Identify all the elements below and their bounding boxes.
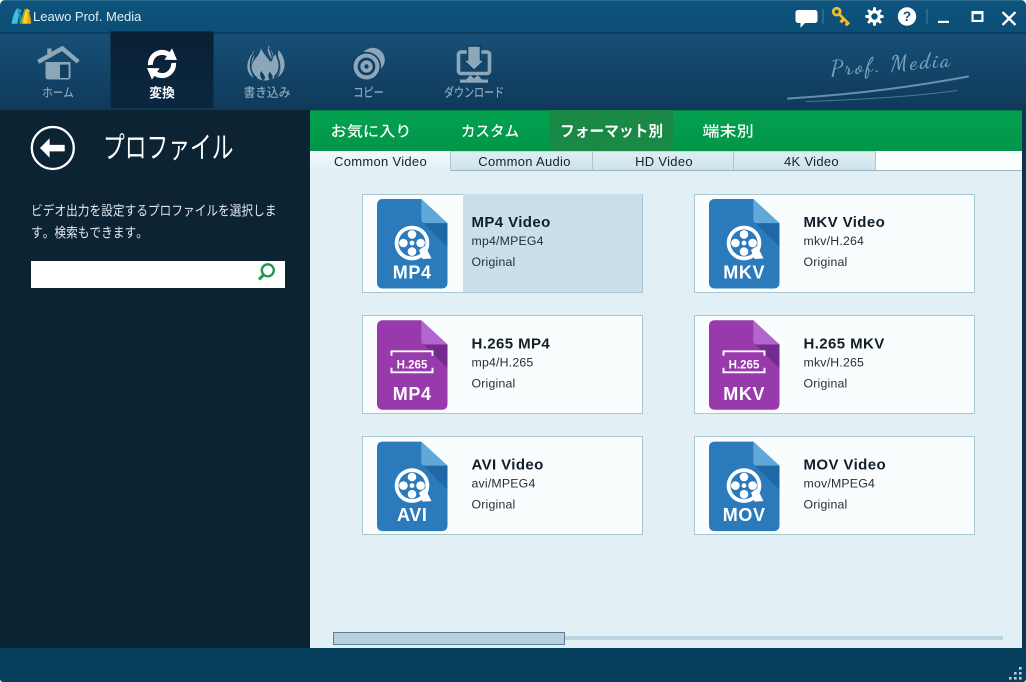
svg-text:mkv/H.264: mkv/H.264 xyxy=(804,234,865,248)
svg-text:Leawo Prof. Media: Leawo Prof. Media xyxy=(33,9,142,24)
svg-text:Original: Original xyxy=(804,498,848,512)
svg-text:mkv/H.265: mkv/H.265 xyxy=(804,355,865,369)
svg-text:MKV Video: MKV Video xyxy=(804,214,886,231)
svg-text:mp4/H.265: mp4/H.265 xyxy=(472,355,534,369)
svg-text:mp4/MPEG4: mp4/MPEG4 xyxy=(472,234,544,248)
svg-text:?: ? xyxy=(903,9,911,24)
svg-text:MP4 Video: MP4 Video xyxy=(472,214,551,231)
svg-text:MKV: MKV xyxy=(723,384,765,404)
svg-text:Original: Original xyxy=(472,255,516,269)
svg-text:MKV: MKV xyxy=(723,263,765,283)
svg-text:mov/MPEG4: mov/MPEG4 xyxy=(804,477,876,491)
svg-text:H.265 MKV: H.265 MKV xyxy=(804,335,885,352)
svg-text:AVI: AVI xyxy=(397,505,427,525)
svg-text:Common Audio: Common Audio xyxy=(478,154,570,169)
svg-text:Original: Original xyxy=(804,255,848,269)
svg-text:AVI Video: AVI Video xyxy=(472,457,544,474)
svg-text:H.265: H.265 xyxy=(397,360,428,372)
svg-text:MOV: MOV xyxy=(723,505,766,525)
svg-text:Original: Original xyxy=(804,376,848,390)
svg-text:HD Video: HD Video xyxy=(635,154,693,169)
svg-text:H.265: H.265 xyxy=(729,360,760,372)
svg-text:H.265 MP4: H.265 MP4 xyxy=(472,335,551,352)
svg-text:4K Video: 4K Video xyxy=(784,154,839,169)
svg-text:MOV Video: MOV Video xyxy=(804,457,887,474)
svg-text:MP4: MP4 xyxy=(393,384,432,404)
svg-text:Original: Original xyxy=(472,498,516,512)
svg-text:MP4: MP4 xyxy=(393,263,432,283)
svg-text:Original: Original xyxy=(472,376,516,390)
svg-text:avi/MPEG4: avi/MPEG4 xyxy=(472,477,536,491)
svg-text:Common Video: Common Video xyxy=(334,154,427,169)
